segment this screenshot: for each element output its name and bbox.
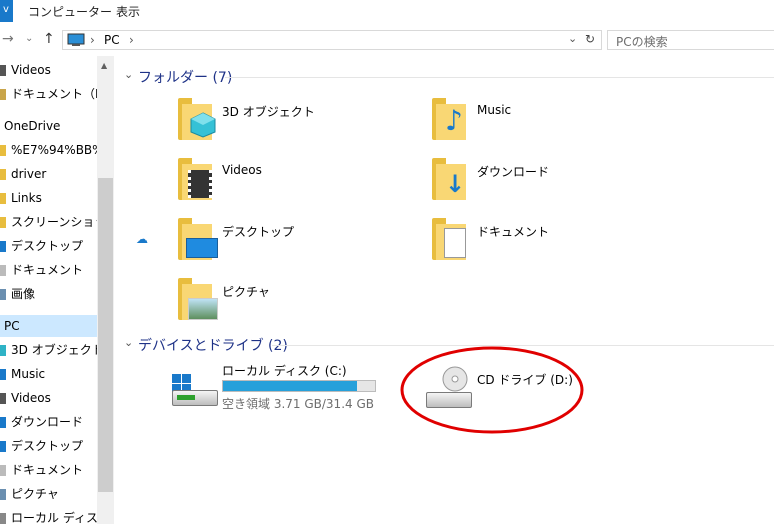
breadcrumb-chevron-icon[interactable]: › [129, 33, 134, 47]
devices-group-chevron-icon[interactable]: ⌄ [124, 336, 133, 349]
folder-downloads-icon[interactable]: ↓ [432, 158, 466, 200]
nav-item-videos-pc[interactable]: Videos [0, 387, 97, 409]
music-icon [0, 369, 6, 380]
folder-icon [0, 169, 6, 180]
folder-desktop-label[interactable]: デスクトップ [222, 223, 294, 240]
folder-music-label[interactable]: Music [477, 103, 511, 117]
folder-3d-objects-icon[interactable] [178, 98, 216, 140]
drive-icon [0, 89, 6, 100]
nav-item-3d-objects[interactable]: 3D オブジェクト [0, 339, 97, 361]
folder-pictures-label[interactable]: ピクチャ [222, 283, 270, 300]
search-input[interactable]: PCの検索 [607, 30, 774, 50]
computer-icon [67, 33, 85, 46]
drive-icon [0, 513, 6, 524]
nav-item-documents[interactable]: ドキュメント [0, 459, 97, 481]
nav-item-desktop-od[interactable]: デスクトップ [0, 235, 97, 257]
nav-item-folder-encoded[interactable]: %E7%94%BB%E5 [0, 139, 97, 161]
folders-group-chevron-icon[interactable]: ⌄ [124, 68, 133, 81]
navigation-pane: Videos ドキュメント（E) OneDrive %E7%94%BB%E5 d… [0, 56, 114, 525]
up-arrow-icon[interactable]: ↑ [43, 31, 55, 47]
hard-drive-icon [172, 390, 218, 406]
local-disk-label[interactable]: ローカル ディスク (C:) [222, 362, 347, 379]
folder-3d-objects-label[interactable]: 3D オブジェクト [222, 103, 315, 120]
address-dropdown-icon[interactable]: ⌄ [568, 32, 577, 45]
nav-item-pictures[interactable]: ピクチャ [0, 483, 97, 505]
folder-icon [0, 217, 6, 228]
nav-item-videos[interactable]: Videos [0, 59, 97, 81]
nav-item-local-disk[interactable]: ローカル ディスク (C [0, 507, 97, 529]
address-bar[interactable]: › PC › ⌄ ↻ [62, 30, 602, 50]
nav-item-music[interactable]: Music [0, 363, 97, 385]
free-space-text: 空き領域 3.71 GB/31.4 GB [222, 397, 374, 411]
folder-music-icon[interactable]: ♪ [432, 98, 466, 140]
ribbon: v コンピューター 表示 [0, 0, 774, 22]
file-tab[interactable]: v [0, 0, 13, 22]
desktop-icon [0, 441, 6, 452]
film-icon [0, 65, 6, 76]
nav-scrollbar[interactable]: ▲ [97, 56, 114, 524]
nav-item-pictures-od[interactable]: 画像 [0, 283, 97, 305]
nav-item-links[interactable]: Links [0, 187, 97, 209]
document-icon [0, 265, 6, 276]
breadcrumb-pc[interactable]: PC [104, 33, 120, 47]
nav-item-documents-od[interactable]: ドキュメント [0, 259, 97, 281]
film-icon [0, 393, 6, 404]
folders-group-header[interactable]: フォルダー (7) [138, 67, 232, 87]
image-icon [0, 289, 6, 300]
nav-item-desktop[interactable]: デスクトップ [0, 435, 97, 457]
nav-item-driver[interactable]: driver [0, 163, 97, 185]
folders-group-divider [225, 77, 774, 78]
tab-computer[interactable]: コンピューター [28, 3, 112, 20]
address-row: → ⌄ ↑ › PC › ⌄ ↻ PCの検索 [0, 26, 774, 54]
nav-item-onedrive[interactable]: OneDrive [0, 115, 97, 137]
download-icon [0, 417, 6, 428]
folder-videos-label[interactable]: Videos [222, 163, 262, 177]
devices-group-header[interactable]: デバイスとドライブ (2) [138, 335, 288, 355]
breadcrumb-separator-icon: › [90, 33, 95, 47]
forward-arrow-icon[interactable]: → [2, 31, 14, 47]
folder-videos-icon[interactable] [178, 158, 212, 200]
tab-view[interactable]: 表示 [116, 3, 140, 20]
recent-dropdown-icon[interactable]: ⌄ [25, 33, 33, 44]
nav-item-screenshots[interactable]: スクリーンショット [0, 211, 97, 233]
folder-pictures-icon[interactable] [178, 278, 218, 320]
folder-downloads-label[interactable]: ダウンロード [477, 163, 549, 180]
desktop-icon [0, 241, 6, 252]
scroll-up-icon[interactable]: ▲ [101, 61, 107, 70]
folder-icon [0, 145, 6, 156]
cube-icon [0, 345, 6, 356]
image-icon [0, 489, 6, 500]
cloud-status-icon: ☁ [136, 232, 148, 246]
nav-item-downloads[interactable]: ダウンロード [0, 411, 97, 433]
nav-item-documents-e[interactable]: ドキュメント（E) [0, 83, 97, 105]
highlight-circle-annotation [400, 346, 584, 434]
folder-documents-label[interactable]: ドキュメント [477, 223, 549, 240]
refresh-icon[interactable]: ↻ [585, 32, 595, 46]
nav-item-pc[interactable]: PC [0, 315, 97, 337]
document-icon [0, 465, 6, 476]
folder-desktop-icon[interactable] [178, 218, 218, 260]
folder-icon [0, 193, 6, 204]
nav-scroll-thumb[interactable] [98, 178, 113, 492]
capacity-bar [222, 380, 376, 392]
capacity-fill [223, 381, 357, 391]
file-tab-label: v [3, 4, 9, 15]
folder-documents-icon[interactable] [432, 218, 466, 260]
search-placeholder: PCの検索 [616, 35, 668, 49]
